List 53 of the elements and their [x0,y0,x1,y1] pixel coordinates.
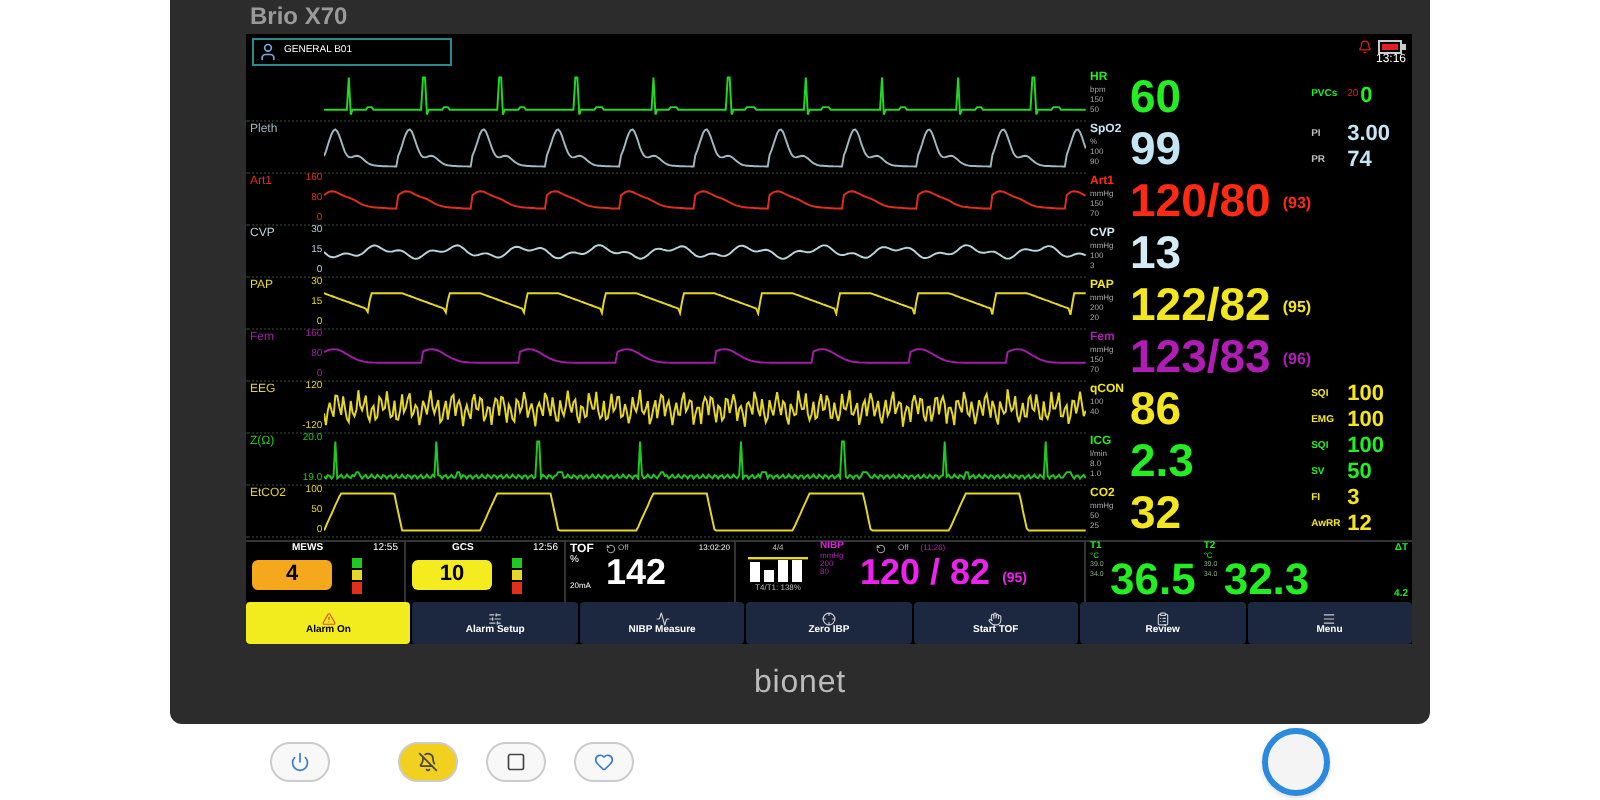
rotary-knob[interactable] [1262,728,1330,796]
sliders-icon [488,611,503,625]
cycle-icon [876,543,886,553]
sub-parameter-value: 74 [1347,150,1372,172]
mean-value: (93) [1282,192,1312,216]
power-button[interactable] [270,742,330,782]
mean-value: (95) [1282,296,1312,320]
level-gauge-icon [352,557,362,593]
sub-parameter-value: 12 [1347,514,1372,536]
square-icon [506,752,526,772]
mean-value: (96) [1282,348,1312,372]
parameter-value: 32 [1130,489,1182,535]
parameter-value: 120/80 [1130,177,1271,223]
sub-parameter-value: 3.00 [1347,124,1391,146]
brand-logo: bionet [754,664,846,704]
pulse-icon [655,611,670,625]
parameter-value: 2.3 [1130,437,1194,483]
nibp-button[interactable] [574,742,634,782]
parameter-value: 86 [1130,385,1182,431]
warning-icon [321,611,336,625]
model-name: Brio X70 [248,0,350,34]
menu-icon [1322,611,1337,625]
person-icon [258,42,278,62]
freeze-button[interactable] [486,742,546,782]
sub-parameter-value: 100 [1347,384,1384,406]
parameter-value: 13 [1130,229,1182,275]
cycle-icon [606,543,616,553]
sub-parameter-value: 0 [1360,85,1373,107]
parameter-value: 120 / 82 [860,554,991,590]
alarm-silence-button[interactable] [398,742,458,782]
parameter-value: 99 [1130,125,1182,171]
crosshair-icon [821,611,836,625]
battery-icon [1378,39,1406,53]
bell-off-icon [418,752,438,772]
heart-icon [594,752,614,772]
parameter-value: 142 [606,554,667,590]
power-icon [290,752,310,772]
clipboard-icon [1155,611,1170,625]
parameter-value: 123/83 [1130,333,1271,379]
sub-parameter-value: 100 [1347,436,1384,458]
sub-parameter-value: 100 [1347,410,1384,432]
level-gauge-icon [512,557,522,593]
score-value: 10 [412,560,492,590]
parameter-value: 60 [1130,73,1182,119]
parameter-value: 32.3 [1223,558,1310,602]
hand-icon [988,611,1003,625]
sub-parameter-value: 50 [1347,462,1372,484]
bar-graph-icon [748,554,808,582]
parameter-value: 36.5 [1110,558,1196,602]
bell-icon [1358,39,1372,53]
parameter-value: 122/82 [1130,281,1271,327]
sub-parameter-value: 3 [1347,488,1360,510]
score-value: 4 [252,560,332,590]
